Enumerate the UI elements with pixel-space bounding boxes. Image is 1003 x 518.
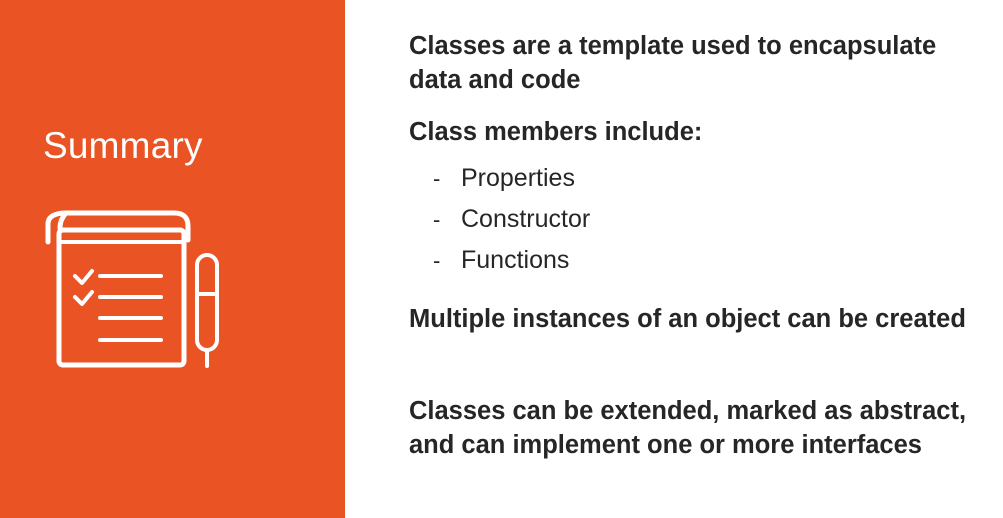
class-member-label: Properties — [461, 164, 575, 192]
class-members-list: - Properties - Constructor - Functions — [433, 158, 590, 281]
class-member-item: - Constructor — [433, 199, 590, 240]
summary-content: Classes are a template used to encapsula… — [345, 0, 1003, 518]
summary-point-instances: Multiple instances of an object can be c… — [409, 305, 966, 333]
summary-title: Summary — [43, 125, 203, 166]
class-member-item: - Properties — [433, 158, 590, 199]
summary-point-class-members: Class members include: — [409, 118, 703, 146]
class-member-label: Constructor — [461, 205, 591, 233]
list-dash: - — [433, 165, 441, 191]
checklist-icon — [45, 210, 219, 368]
class-member-label: Functions — [461, 246, 570, 274]
summary-point-templates: Classes are a template used to encapsula… — [409, 32, 937, 94]
slide: Summary Classes are a template used to e… — [0, 0, 1003, 518]
class-member-item: - Functions — [433, 240, 590, 281]
summary-point-extension: Classes can be extended, marked as abstr… — [409, 397, 967, 459]
list-dash: - — [433, 247, 441, 273]
list-dash: - — [433, 206, 441, 232]
summary-panel: Summary — [0, 0, 345, 518]
